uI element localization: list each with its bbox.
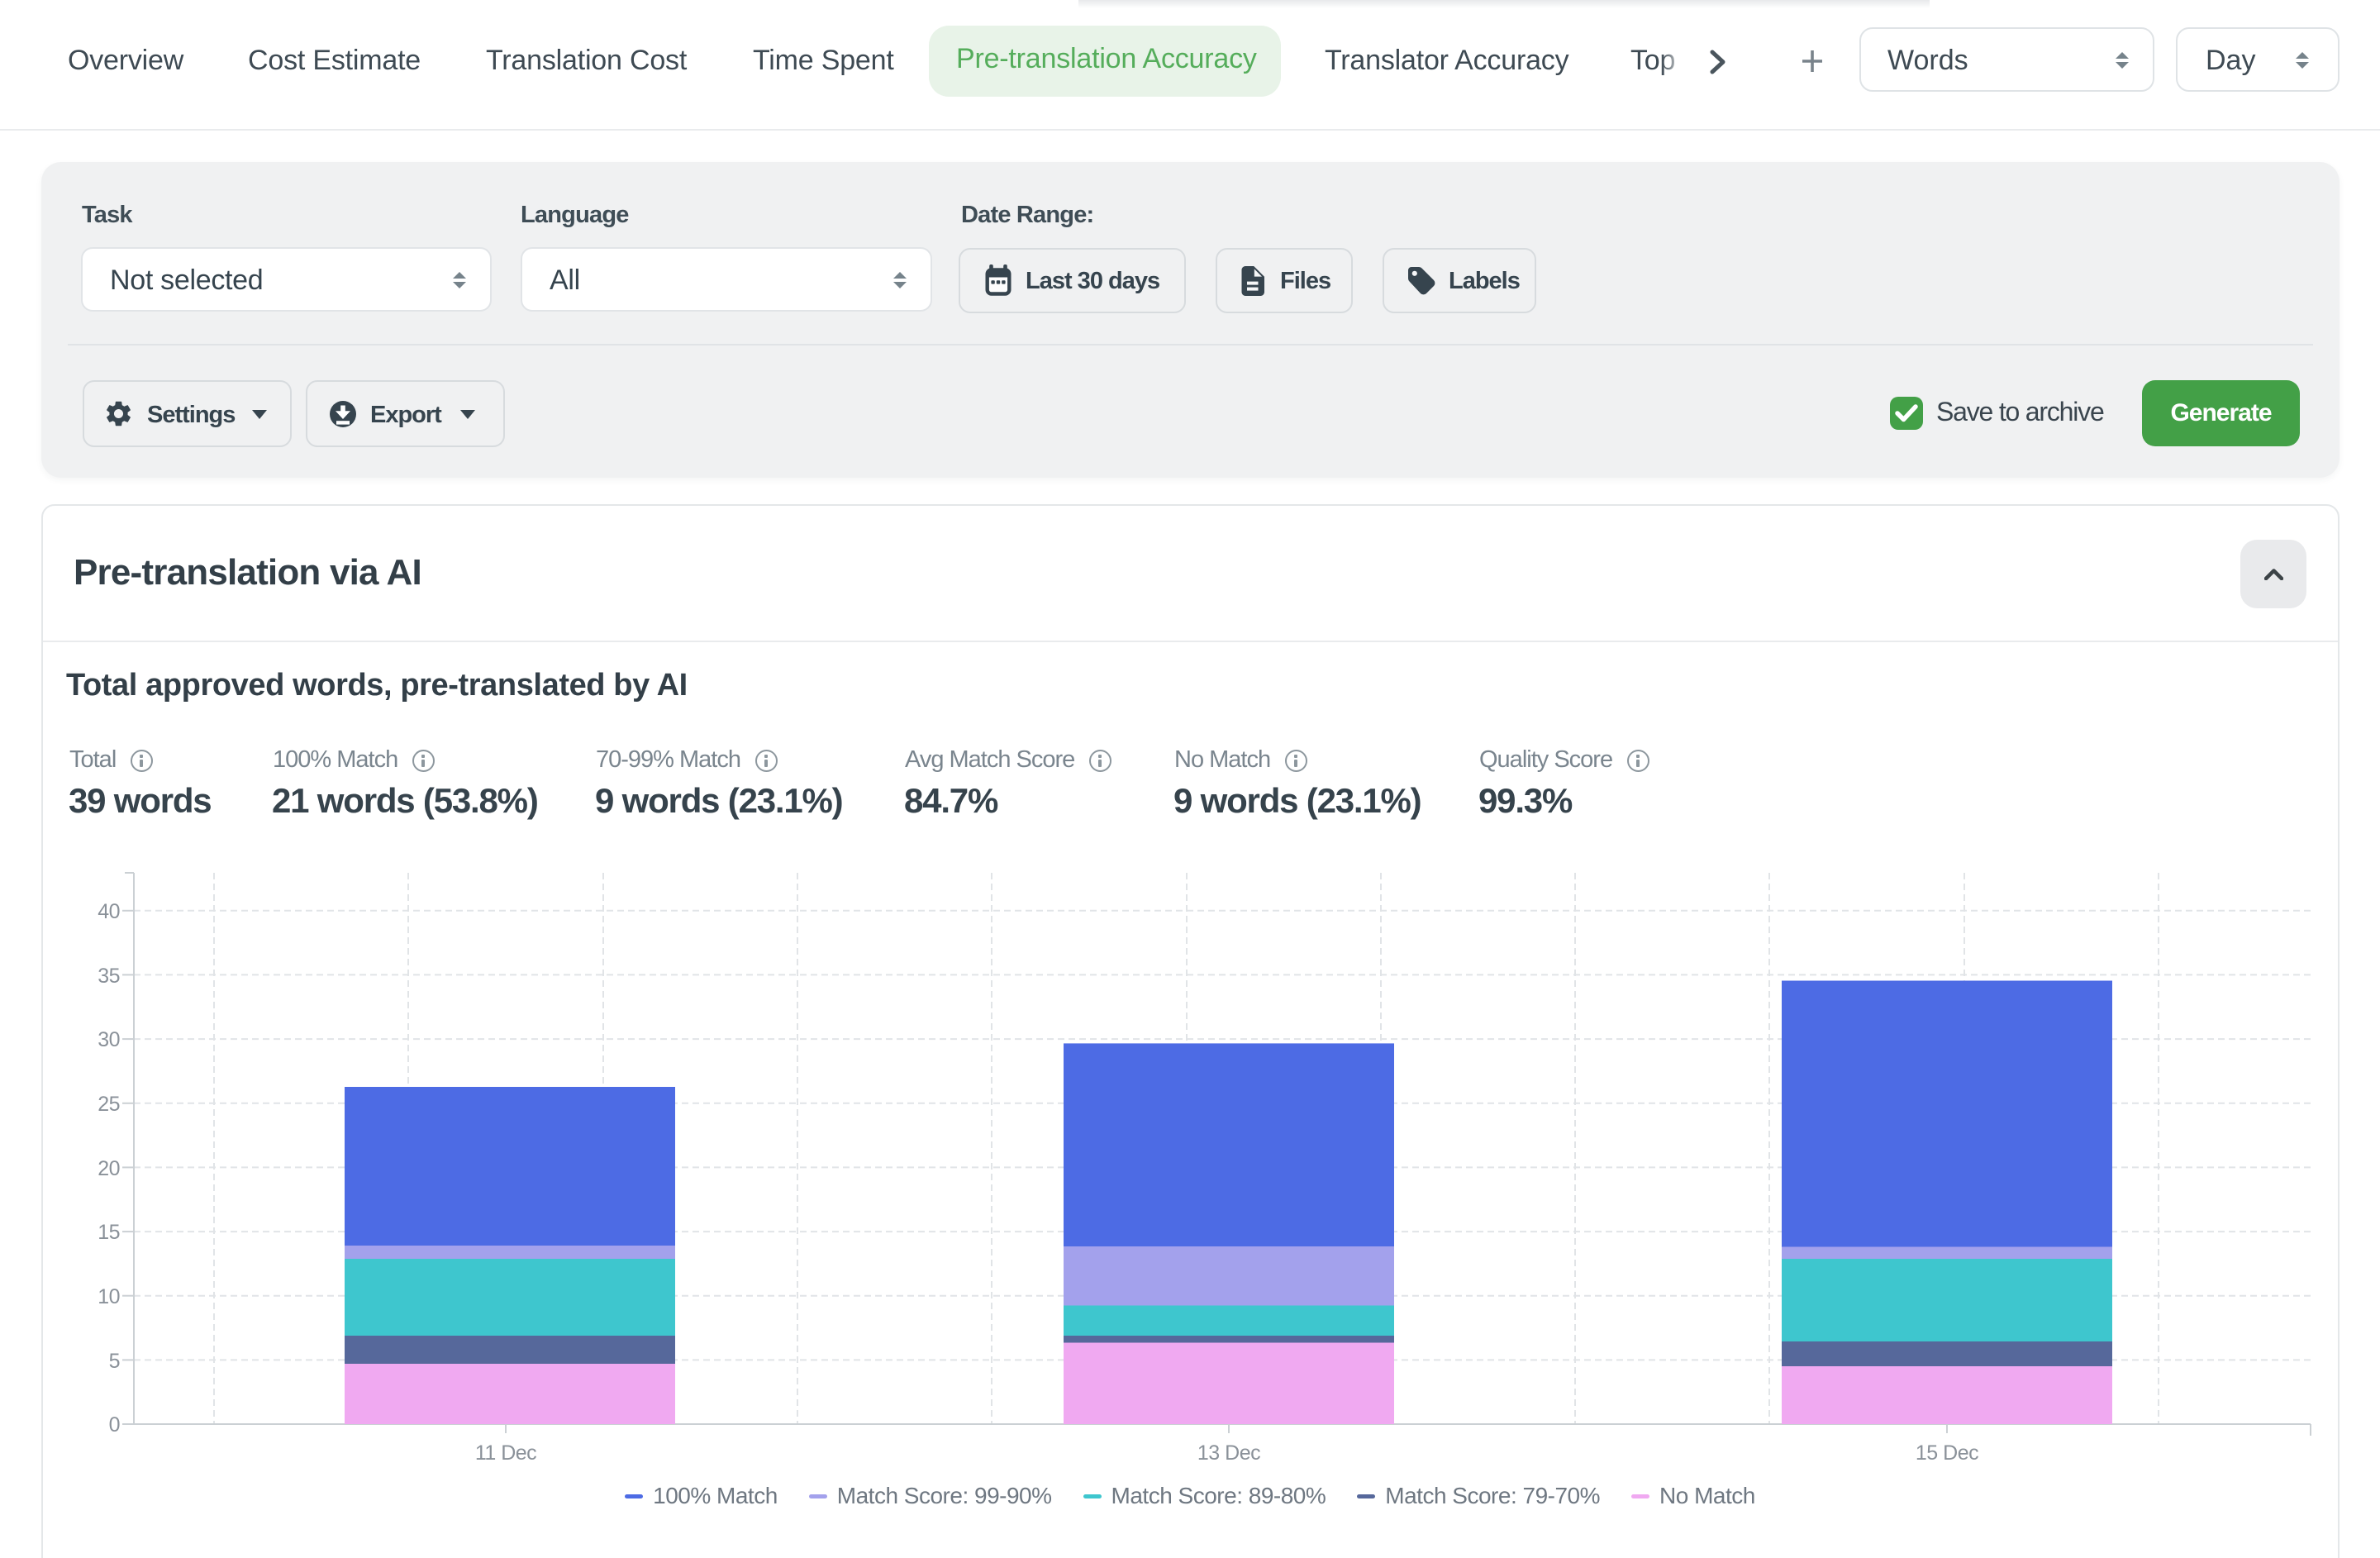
svg-text:25: 25 — [98, 1093, 120, 1116]
svg-text:11 Dec: 11 Dec — [475, 1441, 536, 1465]
svg-text:15: 15 — [98, 1221, 120, 1244]
svg-text:35: 35 — [98, 965, 120, 988]
svg-text:30: 30 — [98, 1028, 120, 1051]
svg-text:13 Dec: 13 Dec — [1197, 1441, 1260, 1465]
svg-text:15 Dec: 15 Dec — [1916, 1441, 1978, 1465]
svg-text:5: 5 — [109, 1350, 120, 1373]
svg-text:0: 0 — [109, 1413, 120, 1437]
svg-text:10: 10 — [98, 1285, 120, 1308]
svg-text:40: 40 — [98, 900, 120, 923]
svg-text:20: 20 — [98, 1157, 120, 1180]
